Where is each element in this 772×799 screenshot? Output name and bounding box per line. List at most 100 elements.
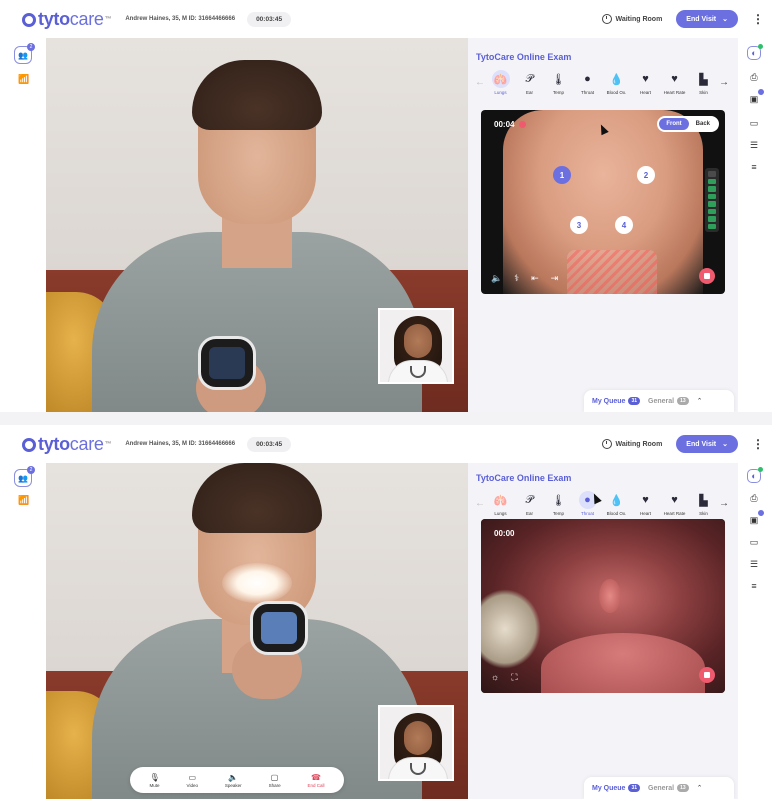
exam-panel: TytoCare Online Exam ← 🫁 Lungs 𝒫 Ear 🌡 Temp… (468, 38, 738, 412)
tytocare-logo: tyto care ™ (22, 9, 112, 30)
notes-icon[interactable]: ◐ (747, 467, 763, 483)
auscultation-point-2[interactable]: 2 (637, 166, 655, 184)
more-menu-icon[interactable]: ⋮ (752, 12, 764, 26)
participants-button[interactable]: 👥 2 (14, 466, 35, 487)
exam-item-blood-ox[interactable]: 💧 Blood Ox. (602, 491, 631, 517)
exam-item-lungs[interactable]: 🫁 Lungs (486, 70, 515, 95)
printer-icon[interactable]: ⎙ (747, 491, 761, 505)
chevron-up-icon[interactable]: ⌃ (697, 784, 703, 792)
exam-title: TytoCare Online Exam (476, 52, 572, 62)
patient-info: Andrew Haines, 35, M ID: 31664466666 (125, 441, 236, 447)
printer-icon[interactable]: ⎙ (747, 70, 761, 84)
patient-info: Andrew Haines, 35, M ID: 31664466666 (125, 16, 236, 22)
auscultation-point-3[interactable]: 3 (570, 216, 588, 234)
prev-arrow-icon[interactable]: ← (474, 498, 486, 509)
chevron-up-icon[interactable]: ⌃ (697, 397, 703, 405)
waiting-room-button[interactable]: Waiting Room (601, 14, 662, 24)
waiting-room-label: Waiting Room (615, 440, 663, 448)
prev-arrow-icon[interactable]: ← (474, 77, 486, 88)
exam-item-ear[interactable]: 𝒫 Ear (515, 491, 544, 517)
stop-recording-button[interactable] (699, 268, 715, 284)
checklist-icon[interactable]: ☰ (747, 138, 761, 152)
exam-item-label: Throat (580, 511, 594, 516)
end-call-label: End Call (307, 782, 325, 788)
capture-frame-icon[interactable]: ⛶ (511, 672, 517, 683)
my-queue-tab[interactable]: My Queue 31 (592, 784, 641, 792)
exam-item-ear[interactable]: 𝒫 Ear (515, 70, 544, 96)
waiting-room-button[interactable]: Waiting Room (601, 439, 663, 449)
patient-video: 🎙 Mute ▭ Video 🔈 Speaker ▢ Share ☎ End Call (46, 463, 468, 799)
heart-icon: ♥ (642, 73, 649, 85)
lungs-exam-viewer: 00:04 Front Back 1 2 3 4 🔈 ⚕ ⇤ ⇥ (481, 110, 725, 294)
speaker-button[interactable]: 🔈 Speaker (225, 773, 242, 788)
auscultation-point-1[interactable]: 1 (553, 166, 571, 184)
shared-files-icon[interactable]: ▣ (747, 510, 764, 527)
screen-share-icon: ▢ (270, 772, 279, 782)
thermometer-icon: 🌡 (551, 494, 566, 507)
my-queue-tab[interactable]: My Queue 31 (592, 397, 641, 405)
more-menu-icon[interactable]: ⋮ (752, 437, 764, 451)
exam-item-temp[interactable]: 🌡 Temp (544, 491, 573, 517)
auscultation-point-4[interactable]: 4 (615, 216, 633, 234)
drop-icon: 💧 (609, 494, 624, 507)
general-tab[interactable]: General 13 (648, 397, 689, 405)
my-queue-label: My Queue (592, 397, 626, 405)
video-button[interactable]: ▭ Video (187, 773, 198, 788)
exam-item-heart[interactable]: ♥ Heart (631, 70, 660, 95)
volume-icon[interactable]: 🔈 (491, 273, 502, 284)
throat-uvula (599, 579, 621, 613)
exam-item-blood-ox[interactable]: 💧 Blood Ox. (602, 70, 631, 96)
share-label: Share (268, 782, 281, 788)
end-visit-button[interactable]: End Visit ⌄ (676, 10, 738, 28)
checklist-icon[interactable]: ☰ (747, 557, 761, 571)
speaker-icon: 🔈 (228, 772, 239, 782)
call-timer: 00:03:45 (247, 436, 292, 452)
exam-item-throat[interactable]: ● Throat (573, 70, 602, 95)
participants-button[interactable]: 👥 2 (14, 43, 35, 64)
end-visit-label: End Visit (686, 15, 717, 23)
stethoscope-mode-icon[interactable]: ⚕ (514, 273, 519, 284)
exam-item-heart-rate[interactable]: ♥ Heart Rate (660, 491, 689, 516)
id-card-icon[interactable]: ▭ (747, 535, 761, 549)
exam-item-heart[interactable]: ♥ Heart (631, 491, 660, 516)
lungs-icon: 🫁 (491, 70, 510, 88)
next-arrow-icon[interactable]: → (718, 498, 730, 509)
brightness-icon[interactable]: ☼ (491, 672, 499, 683)
doctor-face (404, 721, 432, 755)
doctor-self-view[interactable] (378, 705, 454, 781)
exam-item-temp[interactable]: 🌡 Temp (544, 70, 573, 96)
filter-left-icon[interactable]: ⇤ (531, 273, 539, 284)
logo-care-text: care (69, 433, 104, 454)
exam-item-skin[interactable]: ▙ Skin (689, 70, 718, 96)
front-back-toggle[interactable]: Front Back (657, 116, 719, 132)
general-tab[interactable]: General 13 (648, 784, 689, 792)
screenshot-frame-lungs: tyto care ™ Andrew Haines, 35, M ID: 31664… (0, 0, 772, 412)
summary-icon[interactable]: ≡ (747, 160, 761, 174)
exam-item-skin[interactable]: ▙ Skin (689, 491, 718, 517)
recording-time-text: 00:00 (494, 529, 515, 538)
toggle-front[interactable]: Front (659, 118, 689, 130)
exam-item-heart-rate[interactable]: ♥ Heart Rate (660, 70, 689, 95)
ear-icon: 𝒫 (525, 72, 534, 85)
filter-right-icon[interactable]: ⇥ (551, 273, 559, 284)
stop-recording-button[interactable] (699, 667, 715, 683)
share-button[interactable]: ▢ Share (269, 773, 281, 788)
shared-files-icon[interactable]: ▣ (747, 89, 764, 106)
doctor-self-view[interactable] (378, 308, 454, 384)
exam-item-label: Throat (580, 90, 594, 95)
next-arrow-icon[interactable]: → (718, 77, 730, 88)
notes-icon[interactable]: ◐ (747, 44, 763, 60)
queue-tabs: My Queue 31 General 13 ⌃ (584, 777, 734, 799)
exam-item-label: Heart Rate (663, 511, 686, 516)
end-visit-button[interactable]: End Visit ⌄ (676, 435, 738, 453)
summary-icon[interactable]: ≡ (747, 579, 761, 593)
id-card-icon[interactable]: ▭ (747, 116, 761, 130)
call-timer: 00:03:45 (247, 11, 292, 27)
toggle-back[interactable]: Back (689, 118, 717, 130)
audio-level-meter (705, 168, 719, 232)
my-queue-count: 31 (628, 397, 641, 405)
chevron-down-icon: ⌄ (722, 16, 728, 23)
mute-button[interactable]: 🎙 Mute (149, 773, 159, 788)
exam-item-lungs[interactable]: 🫁 Lungs (486, 491, 515, 517)
end-call-button[interactable]: ☎ End Call (308, 773, 325, 788)
